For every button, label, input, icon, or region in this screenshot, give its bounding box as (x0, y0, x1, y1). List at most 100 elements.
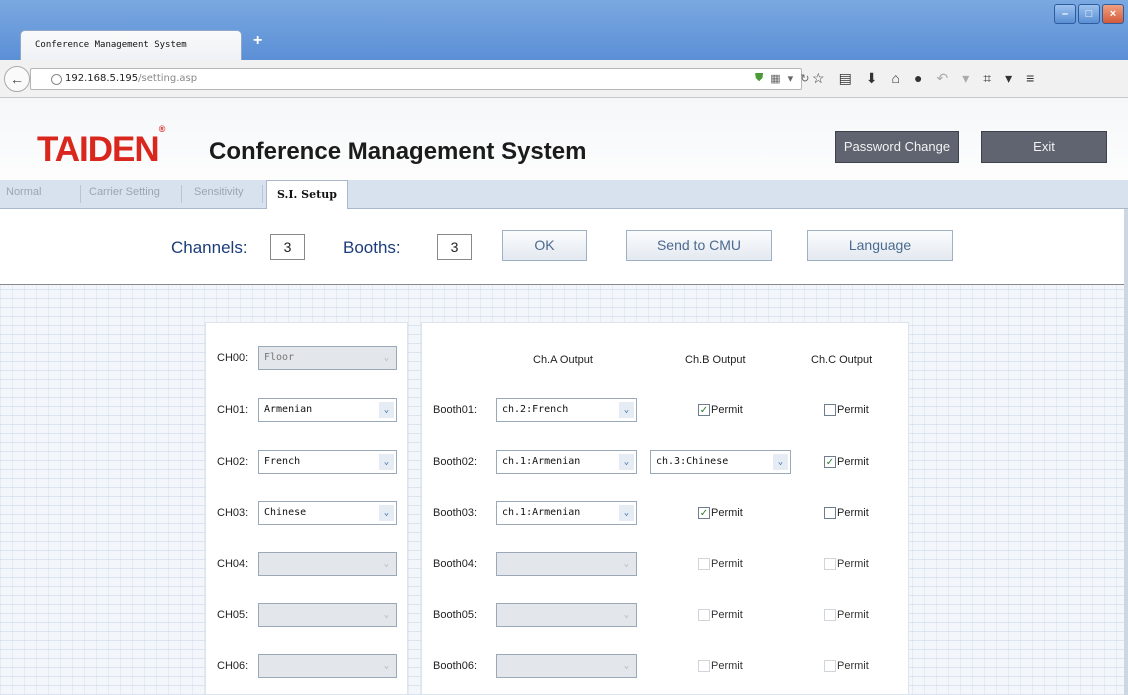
channels-input[interactable]: 3 (270, 234, 305, 260)
screenshot-icon[interactable]: ⌗ (983, 70, 991, 87)
channel-select-value: Armenian (264, 404, 313, 415)
permit-label: Permit (711, 660, 743, 672)
checkmark-icon: ✓ (698, 507, 710, 519)
ch-a-output-select[interactable]: ch.1:Armenian ⌄ (496, 501, 637, 525)
ok-button[interactable]: OK (502, 230, 587, 261)
ch-a-output-select[interactable]: ch.2:French ⌄ (496, 398, 637, 422)
url-actions: ⛊ ▦ ▾ ↻ (755, 72, 809, 85)
channel-select[interactable]: French ⌄ (258, 450, 397, 474)
checkbox-icon (698, 660, 710, 672)
tab-si-setup[interactable]: S.I. Setup (266, 180, 348, 210)
maximize-icon[interactable]: □ (1078, 4, 1100, 24)
ch-c-permit-checkbox[interactable]: Permit (824, 404, 869, 416)
browser-tab-title: Conference Management System (35, 40, 187, 50)
ch-a-output-select: ⌄ (496, 603, 637, 627)
url-text: 192.168.5.195/setting.asp (65, 73, 197, 84)
permit-label: Permit (711, 507, 743, 519)
menu-icon[interactable]: ≡ (1026, 70, 1034, 87)
ch-b-permit-checkbox: Permit (698, 609, 743, 621)
dropdown-icon[interactable]: ▾ (788, 72, 794, 85)
booth-label: Booth02: (433, 456, 478, 468)
send-to-cmu-button[interactable]: Send to CMU (626, 230, 772, 261)
logo-text: TAIDEN (37, 130, 160, 169)
screenshot-dropdown-icon[interactable]: ▾ (1005, 70, 1012, 87)
url-host: 192.168.5.195 (65, 73, 139, 84)
channel-select[interactable]: Armenian ⌄ (258, 398, 397, 422)
chevron-down-icon: ⌄ (379, 350, 394, 366)
chevron-down-icon: ⌄ (379, 454, 394, 470)
channel-select: Floor ⌄ (258, 346, 397, 370)
language-button[interactable]: Language (807, 230, 953, 261)
booth-label: Booth04: (433, 558, 478, 570)
booth-label: Booth05: (433, 609, 478, 621)
ch-b-output-value: ch.3:Chinese (656, 456, 729, 467)
permit-label: Permit (837, 404, 869, 416)
booths-input[interactable]: 3 (437, 234, 472, 260)
page-title: Conference Management System (209, 138, 587, 165)
channel-select-value: Chinese (264, 507, 307, 518)
checkbox-icon (698, 609, 710, 621)
logo-mark: ® (158, 124, 166, 135)
ch-a-output-select: ⌄ (496, 552, 637, 576)
chevron-down-icon: ⌄ (379, 556, 394, 572)
chevron-down-icon: ⌄ (619, 402, 634, 418)
undo-icon[interactable]: ↶ (936, 70, 948, 87)
permit-label: Permit (837, 609, 869, 621)
ch-a-output-select[interactable]: ch.1:Armenian ⌄ (496, 450, 637, 474)
checkbox-icon (824, 404, 836, 416)
reload-icon[interactable]: ↻ (800, 72, 809, 85)
url-bar[interactable]: 192.168.5.195/setting.asp ⛊ ▦ ▾ ↻ (30, 68, 809, 90)
checkbox-icon (824, 507, 836, 519)
ch-c-permit-checkbox: Permit (824, 609, 869, 621)
home-icon[interactable]: ⌂ (892, 70, 900, 87)
channel-select: ⌄ (258, 552, 397, 576)
browser-tab[interactable]: Conference Management System (20, 30, 242, 60)
ch-c-permit-checkbox[interactable]: Permit (824, 507, 869, 519)
star-icon[interactable]: ☆ (812, 70, 825, 87)
ch-b-permit-checkbox: Permit (698, 660, 743, 672)
ch-c-permit-checkbox[interactable]: ✓ Permit (824, 456, 869, 468)
undo-dropdown-icon[interactable]: ▾ (962, 70, 969, 87)
minimize-icon[interactable]: – (1054, 4, 1076, 24)
ch-b-permit-checkbox[interactable]: ✓ Permit (698, 507, 743, 519)
exit-button[interactable]: Exit (981, 131, 1107, 163)
permit-label: Permit (837, 660, 869, 672)
new-tab-button[interactable]: + (253, 32, 262, 50)
permit-label: Permit (711, 558, 743, 570)
close-icon[interactable]: × (1102, 4, 1124, 24)
chevron-down-icon: ⌄ (619, 607, 634, 623)
download-icon[interactable]: ⬇ (866, 70, 878, 87)
booth-label: Booth01: (433, 404, 478, 416)
scrollbar[interactable] (1124, 209, 1128, 695)
qr-icon[interactable]: ▦ (770, 72, 780, 85)
window-controls: – □ × (1054, 4, 1124, 24)
channels-label: Channels: (171, 238, 248, 257)
shield-icon[interactable]: ⛊ (755, 72, 763, 85)
tab-sensitivity[interactable]: Sensitivity (194, 186, 244, 198)
chevron-down-icon: ⌄ (619, 658, 634, 674)
tab-normal[interactable]: Normal (6, 186, 41, 198)
ch-a-output-value: ch.1:Armenian (502, 456, 581, 467)
column-header-ch-b: Ch.B Output (685, 354, 746, 366)
channel-select-value: French (264, 456, 301, 467)
chevron-down-icon: ⌄ (619, 454, 634, 470)
password-change-button[interactable]: Password Change (835, 131, 959, 163)
channel-label: CH06: (217, 660, 249, 672)
ch-b-output-select[interactable]: ch.3:Chinese ⌄ (650, 450, 791, 474)
channel-label: CH02: (217, 456, 249, 468)
checkbox-icon (824, 558, 836, 570)
tab-carrier-setting[interactable]: Carrier Setting (89, 186, 160, 198)
channel-select[interactable]: Chinese ⌄ (258, 501, 397, 525)
chat-icon[interactable]: ● (914, 70, 922, 87)
column-header-ch-a: Ch.A Output (533, 354, 593, 366)
checkbox-icon (824, 609, 836, 621)
chevron-down-icon: ⌄ (619, 505, 634, 521)
booth-label: Booth06: (433, 660, 478, 672)
checkbox-icon (698, 558, 710, 570)
reading-list-icon[interactable]: ▤ (839, 70, 852, 87)
column-header-ch-c: Ch.C Output (811, 354, 873, 366)
ch-b-permit-checkbox[interactable]: ✓ Permit (698, 404, 743, 416)
checkmark-icon: ✓ (698, 404, 710, 416)
back-arrow-icon[interactable]: ← (4, 66, 30, 92)
channel-label: CH01: (217, 404, 249, 416)
